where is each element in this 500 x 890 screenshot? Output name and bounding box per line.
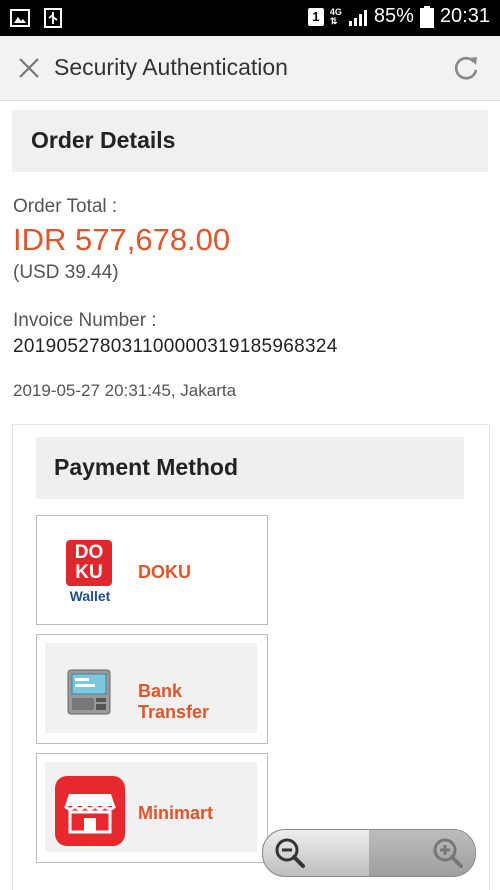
store-icon [55,776,125,846]
zoom-out-icon[interactable] [273,836,307,870]
zoom-in-area [369,830,475,876]
image-icon [10,9,30,27]
payment-option-minimart[interactable]: Minimart [36,753,268,863]
status-bar: 1 4G ⇅ 85% 20:31 [0,0,500,36]
signal-icon [348,9,367,26]
order-total-usd: (USD 39.44) [13,262,119,283]
network-type: 4G ⇅ [329,6,342,26]
invoice-number: 20190527803110000031918596832​4 [13,336,338,357]
doku-wallet-icon: DO KU Wallet [64,540,116,606]
page-title: Security Authentication [54,54,288,80]
order-total-value: IDR 577,678.00 [13,222,231,257]
payment-option-label: DOKU [138,562,191,582]
sim-badge: 1 [307,7,324,26]
payment-option-bank-transfer[interactable]: Bank Transfer [36,634,268,744]
order-datetime: 2019-05-27 20:31:45, Jakarta [13,381,237,400]
refresh-icon[interactable] [452,54,480,82]
order-details-title: Order Details [31,127,176,153]
payment-method-header: Payment Method [36,437,464,499]
order-total-label: Order Total : [13,196,118,217]
usb-icon [44,8,62,28]
zoom-in-icon[interactable] [431,836,465,870]
battery-percent: 85% [373,5,414,27]
payment-option-label: Minimart [138,803,214,823]
clock: 20:31 [439,5,490,27]
payment-option-label: Bank Transfer [138,681,210,722]
atm-icon [67,669,111,715]
order-details-header: Order Details [12,110,488,172]
close-icon[interactable] [16,55,42,81]
app-header: Security Authentication [0,36,500,101]
invoice-label: Invoice Number : [13,310,157,331]
battery-icon [419,5,434,28]
payment-method-title: Payment Method [54,454,239,480]
payment-option-doku[interactable]: DO KU Wallet DOKU [36,515,268,625]
zoom-control [262,829,476,877]
